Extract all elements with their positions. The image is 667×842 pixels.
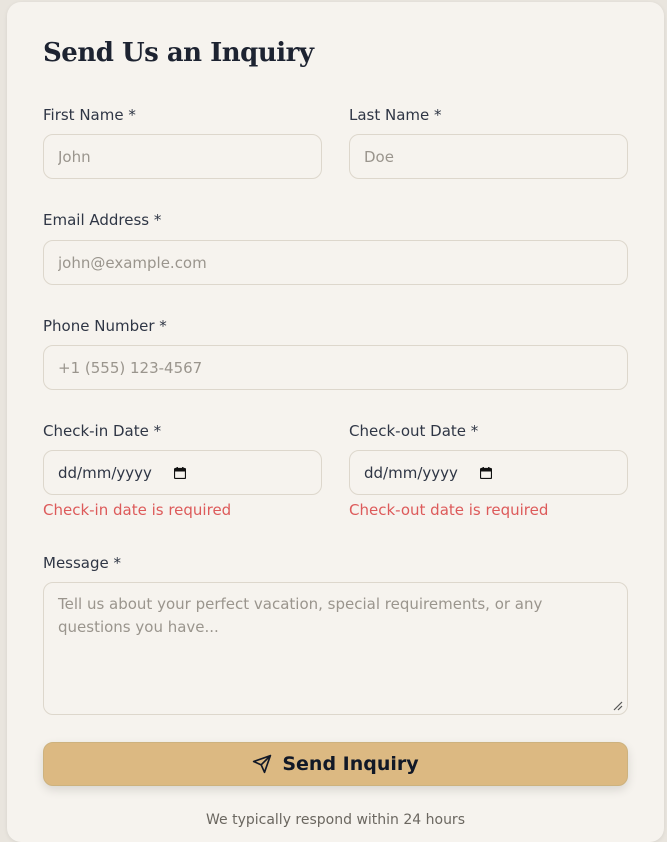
first-name-input[interactable] [43, 134, 322, 179]
first-name-label: First Name * [43, 106, 136, 124]
message-label: Message * [43, 554, 122, 572]
check-in-date-value: dd/mm/yyyy [58, 463, 152, 482]
email-label: Email Address * [43, 211, 162, 229]
last-name-input[interactable] [349, 134, 628, 179]
last-name-label: Last Name * [349, 106, 442, 124]
check-out-error: Check-out date is required [349, 501, 549, 519]
response-time-note: We typically respond within 24 hours [206, 812, 465, 828]
form-title: Send Us an Inquiry [43, 38, 314, 68]
paper-plane-icon [253, 754, 272, 774]
check-in-label: Check-in Date * [43, 422, 162, 440]
message-textarea[interactable] [43, 582, 628, 715]
check-in-error: Check-in date is required [43, 501, 232, 519]
phone-label: Phone Number * [43, 317, 167, 335]
check-out-label: Check-out Date * [349, 422, 479, 440]
calendar-icon[interactable] [479, 466, 492, 479]
calendar-icon[interactable] [173, 466, 186, 479]
email-input[interactable] [43, 240, 628, 285]
check-out-date-value: dd/mm/yyyy [364, 463, 458, 482]
check-out-date-input[interactable]: dd/mm/yyyy [349, 450, 628, 495]
send-inquiry-label: Send Inquiry [282, 753, 419, 775]
check-in-date-input[interactable]: dd/mm/yyyy [43, 450, 322, 495]
inquiry-form-card: Send Us an Inquiry First Name * Last Nam… [7, 2, 664, 842]
send-inquiry-button[interactable]: Send Inquiry [43, 742, 628, 786]
phone-input[interactable] [43, 345, 628, 390]
resize-grip-icon[interactable] [613, 701, 623, 711]
